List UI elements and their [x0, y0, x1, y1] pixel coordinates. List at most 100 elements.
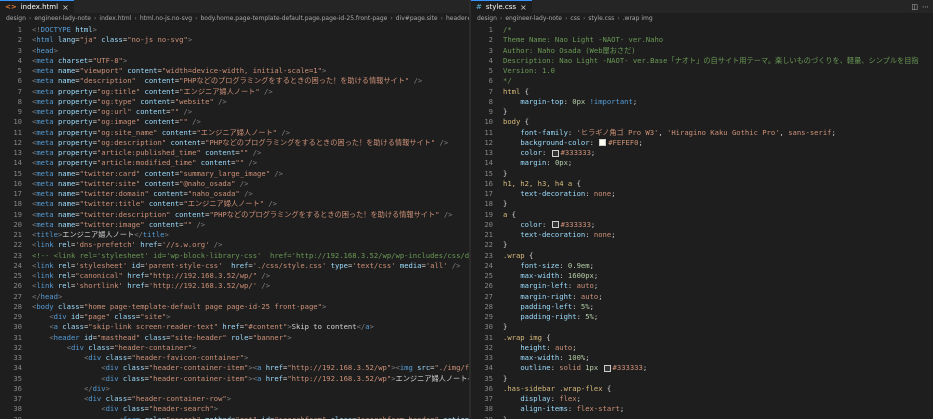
code-line[interactable]: 35} — [471, 374, 933, 384]
code-line[interactable]: 6 */ — [471, 76, 933, 86]
code-line[interactable]: 32 height: auto; — [471, 343, 933, 353]
code-line[interactable]: 28 <body class="home page-template-defaul… — [0, 302, 469, 312]
code-line[interactable]: 31 .wrap img { — [471, 333, 933, 343]
breadcrumb-item[interactable]: .wrap img — [623, 15, 653, 22]
code-line[interactable]: 18} — [471, 199, 933, 209]
code-line[interactable]: 9 <meta property="og:url" content="" /> — [0, 107, 469, 117]
code-line[interactable]: 19 a { — [471, 210, 933, 220]
code-line[interactable]: 23 <!-- <link rel='stylesheet' id='wp-blo… — [0, 251, 469, 261]
code-line[interactable]: 2 <html lang="ja" class="no-js no-svg"> — [0, 35, 469, 45]
code-line[interactable]: 37 display: flex; — [471, 394, 933, 404]
breadcrumb-item[interactable]: design — [6, 15, 26, 22]
code-line[interactable]: 19 <meta name="twitter:description" conte… — [0, 210, 469, 220]
breadcrumb-item[interactable]: engineer-lady-note — [34, 15, 91, 22]
code-line[interactable]: 22 <link rel='dns-prefetch' href='//s.w.o… — [0, 240, 469, 250]
code-line[interactable]: 1 <!DOCTYPE html> — [0, 25, 469, 35]
code-line[interactable]: 33 <div class="header-favicon-container"… — [0, 353, 469, 363]
code-line[interactable]: 30 <a class="skip-link screen-reader-tex… — [0, 322, 469, 332]
code-line[interactable]: 25 max-width: 1600px; — [471, 271, 933, 281]
code-line[interactable]: 32 <div class="header-container"> — [0, 343, 469, 353]
code-line[interactable]: 5 <meta name="viewport" content="width=de… — [0, 66, 469, 76]
code-line[interactable]: 28 padding-left: 5%; — [471, 302, 933, 312]
code-line[interactable]: 3 <head> — [0, 46, 469, 56]
color-swatch[interactable] — [603, 364, 611, 372]
code-line[interactable]: 2 Theme Name: Nao Light -NAOT- ver.Naho — [471, 35, 933, 45]
breadcrumb-item[interactable]: div#page.site — [396, 15, 438, 22]
breadcrumb-item[interactable]: header#masthead.site-heade — [446, 15, 469, 22]
code-line[interactable]: 8 margin-top: 0px !important; — [471, 97, 933, 107]
code-line[interactable]: 29 <div id="page" class="site"> — [0, 312, 469, 322]
code-line[interactable]: 13 color: #333333; — [471, 148, 933, 158]
code-line[interactable]: 24 <link rel='stylesheet' id='parent-styl… — [0, 261, 469, 271]
code-editor-html[interactable]: 1 <!DOCTYPE html> 2 <html lang="ja" class="… — [0, 23, 469, 419]
more-actions-icon[interactable]: ⋯ — [922, 3, 929, 11]
breadcrumb-item[interactable]: html.no-js.no-svg — [140, 15, 192, 22]
code-line[interactable]: 17 text-decoration: none; — [471, 189, 933, 199]
code-line[interactable]: 24 font-size: 0.9em; — [471, 261, 933, 271]
code-line[interactable]: 6 <meta name="description" content="PHPなど… — [0, 76, 469, 86]
code-line[interactable]: 26 <link rel='shortlink' href='http://192… — [0, 281, 469, 291]
code-line[interactable]: 14 margin: 0px; — [471, 158, 933, 168]
breadcrumb-item[interactable]: css — [570, 15, 580, 22]
code-line[interactable]: 20 <meta name="twitter:image" content="" … — [0, 220, 469, 230]
code-line[interactable]: 35 <div class="header-container-item"><a… — [0, 374, 469, 384]
code-line[interactable]: 4 Description: Nao Light -NAOT- ver.Base「… — [471, 56, 933, 66]
code-line[interactable]: 9} — [471, 107, 933, 117]
code-line[interactable]: 15} — [471, 169, 933, 179]
code-line[interactable]: 31 <header id="masthead" class="site-hea… — [0, 333, 469, 343]
code-line[interactable]: 39} — [471, 415, 933, 419]
breadcrumb-item[interactable]: body.home.page-template-default.page.pag… — [200, 15, 387, 22]
code-line[interactable]: 38 <div class="header-search"> — [0, 404, 469, 414]
code-line[interactable]: 14 <meta property="article:modified_time"… — [0, 158, 469, 168]
code-line[interactable]: 27 margin-right: auto; — [471, 292, 933, 302]
code-line[interactable]: 12 background-color: #FEFEF0; — [471, 138, 933, 148]
breadcrumb-item[interactable]: engineer-lady-note — [505, 15, 562, 22]
color-swatch[interactable] — [551, 221, 559, 229]
code-line[interactable]: 37 <div class="header-container-row"> — [0, 394, 469, 404]
editor-pane-left[interactable]: <> index.html × design › engineer-lady-not… — [0, 0, 469, 419]
code-line[interactable]: 1 /* — [471, 25, 933, 35]
code-line[interactable]: 34 outline: solid 1px #333333; — [471, 363, 933, 373]
code-line[interactable]: 10 body { — [471, 117, 933, 127]
code-line[interactable]: 8 <meta property="og:type" content="websi… — [0, 97, 469, 107]
split-editor-icon[interactable]: ◫ — [911, 3, 918, 11]
code-line[interactable]: 33 max-width: 100%; — [471, 353, 933, 363]
code-line[interactable]: 36 </div> — [0, 384, 469, 394]
tab-style-css[interactable]: # style.css × — [471, 0, 532, 13]
code-line[interactable]: 7 <meta property="og:title" content="エンジニ… — [0, 87, 469, 97]
code-line[interactable]: 4 <meta charset="UTF-8"> — [0, 56, 469, 66]
code-line[interactable]: 30} — [471, 322, 933, 332]
code-line[interactable]: 3 Author: Naho Osada (Web屋おさだ) — [471, 46, 933, 56]
code-line[interactable]: 25 <link rel="canonical" href="http://192… — [0, 271, 469, 281]
code-line[interactable]: 29 padding-right: 5%; — [471, 312, 933, 322]
code-line[interactable]: 18 <meta name="twitter:title" content="エン… — [0, 199, 469, 209]
code-line[interactable]: 27 </head> — [0, 292, 469, 302]
code-line[interactable]: 39 <form role="search" method="get" id="… — [0, 415, 469, 419]
code-line[interactable]: 23 .wrap { — [471, 251, 933, 261]
code-line[interactable]: 38 align-items: flex-start; — [471, 404, 933, 414]
code-line[interactable]: 13 <meta property="article:published_time… — [0, 148, 469, 158]
breadcrumb-item[interactable]: design — [477, 15, 497, 22]
code-line[interactable]: 12 <meta property="og:description" conten… — [0, 138, 469, 148]
code-line[interactable]: 36 .has-sidebar .wrap-flex { — [471, 384, 933, 394]
code-line[interactable]: 20 color: #333333; — [471, 220, 933, 230]
code-line[interactable]: 17 <meta name="twitter:domain" content="n… — [0, 189, 469, 199]
color-swatch[interactable] — [599, 139, 607, 147]
color-swatch[interactable] — [551, 149, 559, 157]
close-icon[interactable]: × — [62, 3, 69, 12]
close-icon[interactable]: × — [520, 3, 527, 12]
code-line[interactable]: 10 <meta property="og:image" content="" /… — [0, 117, 469, 127]
code-line[interactable]: 22} — [471, 240, 933, 250]
breadcrumb-item[interactable]: style.css — [588, 15, 614, 22]
code-line[interactable]: 16 h1, h2, h3, h4 a { — [471, 179, 933, 189]
code-line[interactable]: 21 <title>エンジニア婦人ノート</title> — [0, 230, 469, 240]
breadcrumb-item[interactable]: index.html — [99, 15, 131, 22]
code-line[interactable]: 21 text-decoration: none; — [471, 230, 933, 240]
tab-index-html[interactable]: <> index.html × — [0, 0, 74, 13]
code-line[interactable]: 7 html { — [471, 87, 933, 97]
code-line[interactable]: 16 <meta name="twitter:site" content="@na… — [0, 179, 469, 189]
code-line[interactable]: 26 margin-left: auto; — [471, 281, 933, 291]
code-line[interactable]: 11 <meta property="og:site_name" content=… — [0, 128, 469, 138]
code-line[interactable]: 11 font-family: 'ヒラギノ角ゴ Pro W3', 'Hiragi… — [471, 128, 933, 138]
code-line[interactable]: 15 <meta name="twitter:card" content="sum… — [0, 169, 469, 179]
